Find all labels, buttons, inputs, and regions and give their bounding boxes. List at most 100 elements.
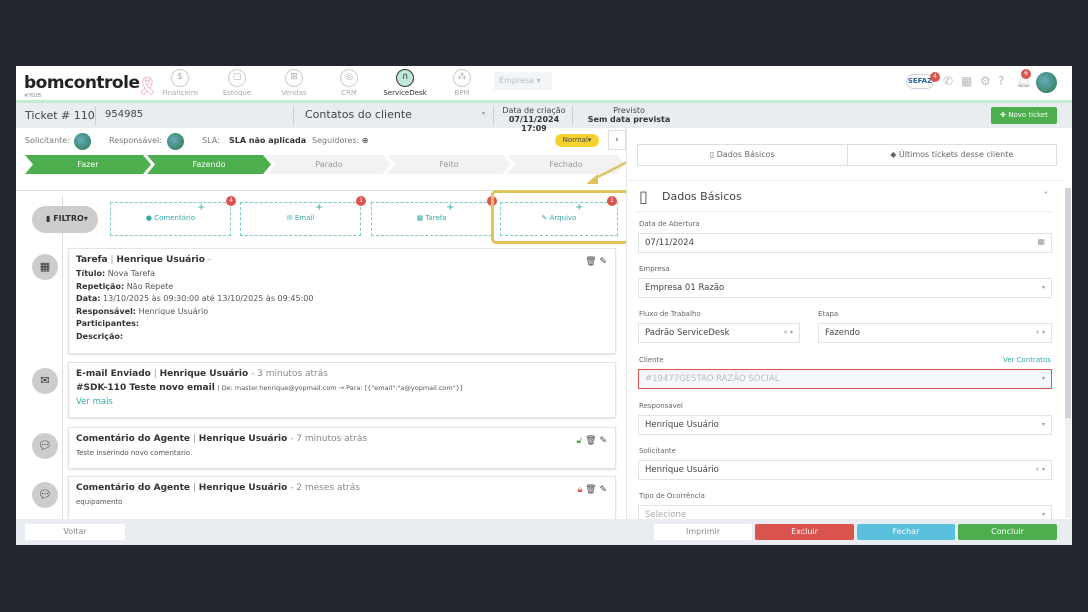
ver-contratos-link[interactable]: Ver Contratos — [1003, 356, 1051, 364]
fluxo-select[interactable]: Padrão ServiceDesk × ▾ — [638, 323, 800, 343]
close-button[interactable]: Fechar — [857, 524, 955, 540]
solicitante-avatar[interactable] — [74, 133, 91, 150]
divider — [493, 106, 494, 125]
logo[interactable]: bomcontrole #76185 — [24, 73, 140, 99]
details-tabs: ▯ Dados Básicos ◆ Últimos tickets desse … — [637, 144, 1057, 166]
responsavel-avatar[interactable] — [167, 133, 184, 150]
card-actions: 🗑︎ ✎ — [585, 257, 607, 267]
etapa-select[interactable]: Fazendo × ▾ — [818, 323, 1052, 343]
add-comment-button[interactable]: ● Comentário +4 — [110, 196, 236, 236]
responsavel-label: Responsável: — [109, 136, 162, 145]
edit-icon[interactable]: ✎ — [599, 257, 607, 267]
stage-fazendo[interactable]: Fazendo — [147, 155, 271, 174]
responsavel-select[interactable]: Henrique Usuário ▾ — [638, 415, 1052, 435]
stage-parado[interactable]: Parado — [267, 155, 391, 174]
module-crm[interactable]: ◎ CRM — [319, 69, 379, 97]
collapse-icon[interactable]: ˄ — [1044, 191, 1048, 200]
created-label: Data de criação — [502, 106, 566, 115]
trash-icon[interactable]: 🗑︎ — [585, 257, 596, 267]
whatsapp-icon[interactable]: ✆ — [943, 74, 953, 88]
field-value: Não Repete — [126, 281, 174, 291]
cliente-select[interactable]: #19477GESTAO RAZÃO SOCIAL ▾ — [638, 369, 1052, 389]
tab-label: Dados Básicos — [716, 150, 775, 159]
timeline-comment-card: Comentário do Agente | Henrique Usuário … — [68, 476, 616, 522]
timeline-line — [62, 196, 63, 526]
new-ticket-button[interactable]: ✚ Novo ticket — [991, 107, 1057, 124]
module-label: Vendas — [281, 89, 307, 97]
calendar-icon[interactable]: ▦ — [1037, 237, 1045, 246]
comment-text: equipamento — [76, 498, 123, 506]
module-servicedesk[interactable]: ∩ ServiceDesk — [375, 69, 435, 97]
module-bpm[interactable]: ⁂ BPM — [432, 69, 492, 97]
tab-dados-basicos[interactable]: ▯ Dados Básicos — [638, 145, 847, 165]
filter-button[interactable]: ▮ FILTRO▾ — [32, 206, 98, 233]
empresa-select[interactable]: Empresa 01 Razão ▾ — [638, 278, 1052, 298]
sla-value-text: SLA não aplicada — [229, 136, 307, 145]
card-user: Henrique Usuário — [198, 434, 288, 444]
cliente-label: Cliente — [639, 356, 664, 364]
scrollbar-thumb[interactable] — [1065, 188, 1071, 418]
task-repeat: Repetição: Não Repete — [76, 282, 608, 293]
box-icon: ▢ — [228, 69, 246, 87]
add-task-button[interactable]: ▦ Tarefa +1 — [371, 196, 497, 236]
lock-icon[interactable]: 🔒︎ — [577, 485, 582, 495]
ticket-code[interactable]: 954985 — [105, 109, 143, 120]
gear-icon[interactable]: ⚙ — [980, 74, 991, 88]
unlock-icon[interactable]: 🔓︎ — [576, 436, 582, 446]
print-button[interactable]: Imprimir — [654, 524, 752, 540]
module-vendas[interactable]: ⊞ Vendas — [264, 69, 324, 97]
empresa-select[interactable]: Empresa ▾ — [494, 72, 552, 90]
stage-feito[interactable]: Feito — [387, 155, 511, 174]
field-value: 07/11/2024 — [645, 238, 694, 248]
clear-chevron-icon[interactable]: × ▾ — [1035, 466, 1045, 473]
contacts-select[interactable]: Contatos do cliente ▾ — [305, 108, 485, 121]
clear-chevron-icon[interactable]: × ▾ — [1035, 329, 1045, 336]
data-abertura-input[interactable]: 07/11/2024 ▦ — [638, 233, 1052, 253]
back-button[interactable]: Voltar — [25, 524, 125, 540]
module-financeiro[interactable]: $ Financeiro — [150, 69, 210, 97]
field-value: Fazendo — [825, 328, 860, 338]
solicitante-select[interactable]: Henrique Usuário × ▾ — [638, 460, 1052, 480]
edit-icon[interactable]: ✎ — [599, 485, 607, 495]
delete-button[interactable]: Excluir — [755, 524, 854, 540]
plus-icon: + — [315, 202, 324, 213]
app-window: bomcontrole #76185 🎗 $ Financeiro ▢ Estoque… — [16, 66, 1072, 545]
divider — [572, 106, 573, 125]
card-type: Tarefa — [76, 255, 108, 265]
see-more-link[interactable]: Ver mais — [76, 397, 608, 408]
calendar-icon[interactable]: ▦ — [961, 74, 972, 88]
conclude-button[interactable]: Concluir — [958, 524, 1057, 540]
edit-icon[interactable]: ✎ — [599, 436, 607, 446]
email-node-icon: ✉ — [32, 368, 58, 394]
comment-icon: ● — [145, 214, 155, 222]
module-label: Estoque — [222, 89, 252, 97]
ticket-header: Ticket # 110 954985 Contatos do cliente ▾… — [16, 103, 1072, 133]
notification-badge: 6 — [1021, 69, 1031, 79]
card-type: Comentário do Agente — [76, 483, 190, 493]
dados-basicos-section: ▯ Dados Básicos ˄ Data de Abertura 07/11… — [627, 180, 1063, 525]
user-avatar[interactable] — [1036, 72, 1057, 93]
add-follower-icon[interactable]: ⊕ — [362, 136, 369, 145]
tab-label: Últimos tickets desse cliente — [898, 150, 1014, 159]
expected-value: Sem data prevista — [587, 115, 671, 124]
trash-icon[interactable]: 🗑︎ — [585, 485, 596, 495]
help-icon[interactable]: ? — [998, 74, 1004, 88]
divider — [293, 106, 294, 125]
contacts-select-value: Contatos do cliente — [305, 108, 412, 121]
clear-chevron-icon[interactable]: × ▾ — [783, 329, 793, 336]
divider — [637, 211, 1051, 212]
tab-ultimos-tickets[interactable]: ◆ Últimos tickets desse cliente — [846, 145, 1057, 165]
add-email-button[interactable]: ✉ Email +1 — [240, 196, 366, 236]
add-label: Tarefa — [425, 214, 447, 222]
stage-fazer[interactable]: Fazer — [25, 155, 151, 174]
card-time: - 2 meses atrás — [290, 483, 360, 493]
card-user: Henrique Usuário — [159, 369, 249, 379]
logo-text: bomcontrole — [24, 73, 140, 93]
email-subject: #SDK-110 Teste novo email — [76, 383, 215, 393]
card-header: E-mail Enviado | Henrique Usuário - 3 mi… — [76, 369, 328, 379]
card-time: - — [207, 255, 212, 265]
logo-sub: #76185 — [24, 93, 42, 99]
trash-icon[interactable]: 🗑︎ — [585, 436, 596, 446]
etapa-label: Etapa — [818, 310, 839, 318]
module-estoque[interactable]: ▢ Estoque — [207, 69, 267, 97]
